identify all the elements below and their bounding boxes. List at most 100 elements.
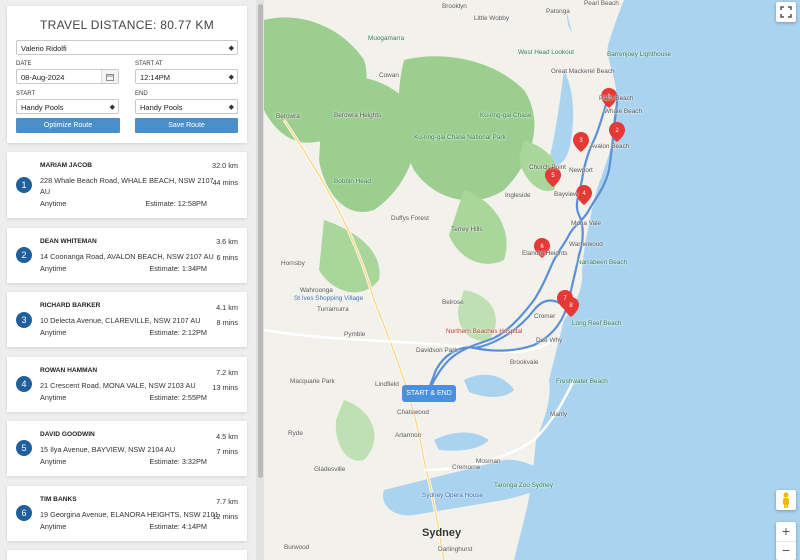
map-label: Davidson Park	[416, 347, 458, 354]
map-label: Great Mackerel Beach	[551, 68, 615, 75]
map-label: Cremorne	[452, 464, 481, 471]
sidebar-scroll-thumb[interactable]	[258, 4, 263, 478]
map-label: Dee Why	[536, 337, 563, 344]
arrival-estimate: Estimate: 2:12PM	[149, 328, 207, 337]
stop-number-badge: 1	[16, 177, 32, 193]
customer-name: MARIAM JACOB	[40, 162, 93, 169]
leg-distance: 4.1 km	[216, 303, 238, 312]
map-label: Burwood	[284, 544, 310, 551]
map-label: Turramurra	[317, 306, 349, 313]
time-window: Anytime	[40, 199, 67, 208]
stop-card-partial[interactable]	[7, 550, 247, 560]
stop-address: 14 Coonanga Road, AVALON BEACH, NSW 2107…	[40, 252, 214, 261]
route-map[interactable]: 1 2 3 4 5 6 7 8 Brooklyn Little Wobby Pa…	[264, 0, 800, 560]
stop-card[interactable]: 1 MARIAM JACOB 228 Whale Beach Road, WHA…	[7, 152, 247, 218]
map-label: Bobbin Head	[334, 178, 371, 185]
select-caret-icon: ◆	[228, 104, 234, 111]
map-label: Artarmon	[395, 432, 422, 439]
customer-name: DEAN WHITEMAN	[40, 238, 97, 245]
map-label: Cromer	[534, 313, 556, 320]
leg-duration: 12 mins	[212, 512, 238, 521]
zoom-control: + −	[776, 522, 796, 560]
map-label: St Ives Shopping Village	[294, 295, 364, 302]
calendar-icon[interactable]	[101, 70, 118, 83]
leg-duration: 13 mins	[212, 383, 238, 392]
map-label: Sydney Opera House	[422, 492, 484, 499]
map-label: Whale Beach	[604, 108, 643, 115]
date-value: 08-Aug-2024	[21, 73, 65, 82]
map-label: Duffys Forest	[391, 215, 429, 222]
customer-name: TIM BANKS	[40, 496, 77, 503]
save-route-button[interactable]: Save Route	[135, 118, 238, 133]
minus-icon: −	[781, 542, 791, 558]
map-label: Muogamarra	[368, 35, 405, 42]
time-window: Anytime	[40, 264, 67, 273]
leg-distance: 7.7 km	[216, 497, 238, 506]
stop-number-badge: 4	[16, 376, 32, 392]
stop-card[interactable]: 3 RICHARD BARKER 10 Delecta Avenue, CLAR…	[7, 292, 247, 347]
arrival-estimate: Estimate: 4:14PM	[149, 522, 207, 531]
start-location-select[interactable]: Handy Pools ◆	[16, 99, 119, 114]
map-label: Elanora Heights	[522, 250, 568, 257]
leg-distance: 7.2 km	[216, 368, 238, 377]
map-label: Brookvale	[510, 359, 539, 366]
stop-number-badge: 5	[16, 440, 32, 456]
driver-select-value: Valerio Ridolfi	[21, 44, 67, 53]
map-label: Mona Vale	[571, 220, 602, 227]
stop-address: 228 Whale Beach Road, WHALE BEACH, NSW 2…	[40, 176, 214, 185]
fullscreen-button[interactable]	[776, 2, 796, 22]
date-label: DATE	[16, 61, 32, 67]
map-label: Berowra	[276, 113, 300, 120]
select-caret-icon: ◆	[228, 74, 234, 81]
map-label: Barrenjoey Lighthouse	[607, 51, 671, 58]
map-label: Sydney	[422, 527, 462, 539]
map-label: Ku-ring-gai Chase National Park	[414, 134, 506, 141]
customer-name: RICHARD BARKER	[40, 302, 101, 309]
stop-address: 21 Crescent Road, MONA VALE, NSW 2103 AU	[40, 381, 196, 390]
start-end-marker-label[interactable]: START & END	[402, 385, 456, 402]
stop-number-badge: 2	[16, 247, 32, 263]
stop-number-badge: 6	[16, 505, 32, 521]
stop-address-country: AU	[40, 187, 51, 196]
travel-distance-title: TRAVEL DISTANCE: 80.77 KM	[40, 18, 214, 32]
leg-distance: 3.6 km	[216, 237, 238, 246]
map-label: Taronga Zoo Sydney	[494, 482, 553, 489]
street-view-pegman[interactable]	[776, 490, 796, 510]
map-label: Pymble	[344, 331, 366, 338]
stop-card[interactable]: 4 ROWAN HAMMAN 21 Crescent Road, MONA VA…	[7, 357, 247, 412]
driver-select[interactable]: Valerio Ridolfi ◆	[16, 40, 238, 55]
leg-duration: 6 mins	[216, 253, 239, 262]
time-window: Anytime	[40, 457, 67, 466]
stop-card[interactable]: 2 DEAN WHITEMAN 14 Coonanga Road, AVALON…	[7, 228, 247, 283]
route-settings-panel: TRAVEL DISTANCE: 80.77 KM Valerio Ridolf…	[7, 6, 247, 143]
zoom-out-button[interactable]: −	[776, 541, 796, 560]
fullscreen-icon	[780, 6, 792, 18]
time-window: Anytime	[40, 522, 67, 531]
leg-duration: 44 mins	[212, 178, 238, 187]
map-label: Warriewood	[569, 241, 603, 248]
time-window: Anytime	[40, 328, 67, 337]
map-label: Avalon Beach	[590, 143, 630, 150]
start-at-select[interactable]: 12:14PM ◆	[135, 69, 238, 84]
map-label: Palm Beach	[599, 95, 634, 102]
select-caret-icon: ◆	[228, 45, 234, 52]
zoom-in-button[interactable]: +	[776, 522, 796, 541]
map-label: Bayview	[554, 191, 578, 198]
map-label: Darlinghurst	[438, 546, 473, 553]
end-location-value: Handy Pools	[140, 103, 183, 112]
map-label: Ingleside	[505, 192, 531, 199]
map-canvas[interactable]: 1 2 3 4 5 6 7 8	[264, 0, 800, 560]
map-label: Northern Beaches Hospital	[446, 328, 523, 335]
map-label: Cowan	[379, 72, 399, 79]
map-label: Chatswood	[397, 409, 429, 416]
leg-distance: 32.0 km	[212, 161, 238, 170]
stop-card[interactable]: 5 DAVID GOODWIN 15 Ilya Avenue, BAYVIEW,…	[7, 421, 247, 476]
map-label: Macquarie Park	[290, 378, 335, 385]
end-location-select[interactable]: Handy Pools ◆	[135, 99, 238, 114]
map-label: Terrey Hills	[451, 226, 483, 233]
select-caret-icon: ◆	[109, 104, 115, 111]
date-input[interactable]: 08-Aug-2024	[16, 69, 119, 84]
stop-card[interactable]: 6 TIM BANKS 19 Georgina Avenue, ELANORA …	[7, 486, 247, 541]
arrival-estimate: Estimate: 12:58PM	[145, 199, 207, 208]
optimize-route-button[interactable]: Optimize Route	[16, 118, 120, 133]
